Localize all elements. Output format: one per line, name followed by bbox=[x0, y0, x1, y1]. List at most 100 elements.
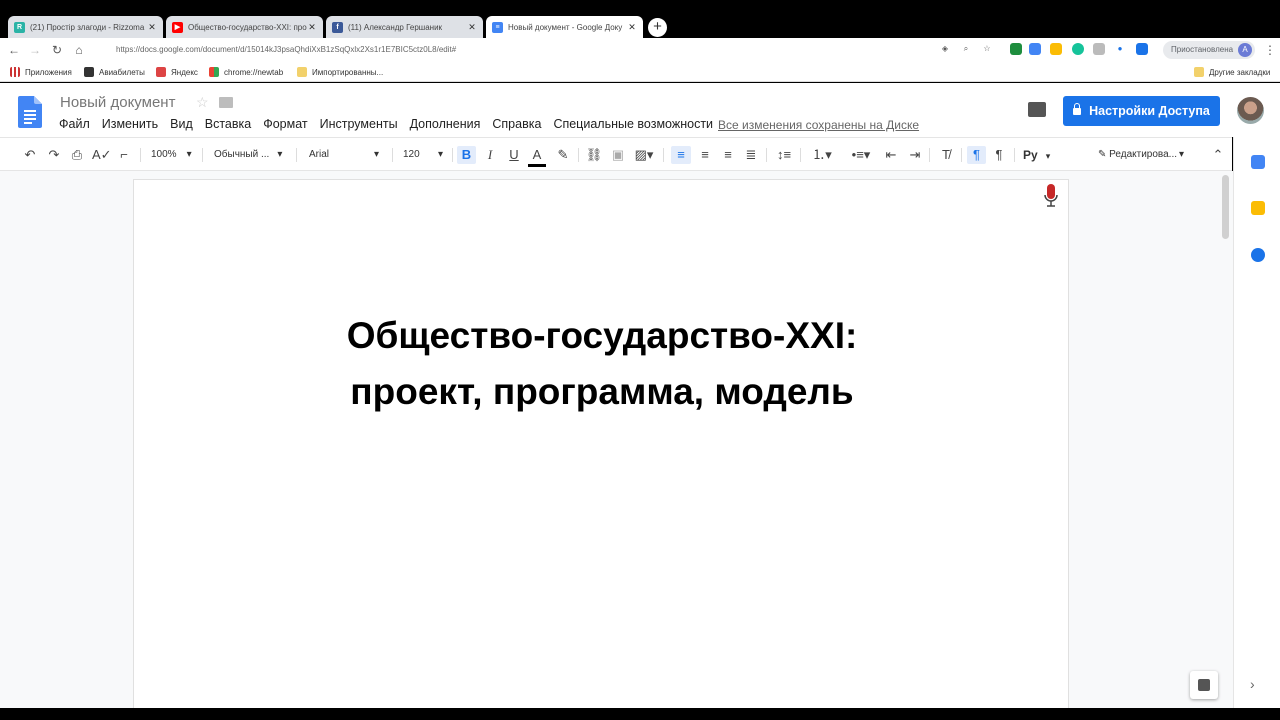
line-spacing-icon[interactable]: ↕≡ bbox=[774, 146, 794, 164]
toolbar-separator bbox=[1014, 148, 1015, 162]
bulleted-list-icon[interactable]: •≡▾ bbox=[845, 146, 877, 164]
align-right-button[interactable]: ≡ bbox=[719, 146, 737, 164]
bookmark-aviabilety[interactable]: Авиабилеты bbox=[84, 66, 145, 78]
star-icon[interactable]: ☆ bbox=[196, 94, 209, 111]
reload-button[interactable]: ↻ bbox=[49, 42, 65, 58]
undo-icon[interactable]: ↶ bbox=[21, 146, 39, 164]
browser-tab-rizzoma[interactable]: R (21) Простір злагоди - Rizzoma ✕ bbox=[8, 16, 163, 38]
save-status-link[interactable]: Все изменения сохранены на Диске bbox=[718, 118, 919, 132]
editing-mode-select[interactable]: ✎ Редактирова... ▾ bbox=[1098, 146, 1198, 164]
close-icon[interactable]: ✕ bbox=[147, 22, 157, 33]
bold-button[interactable]: B bbox=[457, 146, 476, 164]
italic-button[interactable]: I bbox=[481, 146, 499, 164]
extension-info-icon[interactable] bbox=[1136, 43, 1148, 55]
font-select[interactable]: Arial ▾ bbox=[309, 146, 384, 164]
menu-view[interactable]: Вид bbox=[170, 117, 193, 131]
menu-edit[interactable]: Изменить bbox=[102, 117, 158, 131]
ltr-paragraph-icon[interactable]: ¶ bbox=[967, 146, 986, 164]
close-icon[interactable]: ✕ bbox=[467, 22, 477, 33]
bookmark-other[interactable]: Другие закладки bbox=[1194, 66, 1270, 78]
zoom-icon[interactable]: ⌕ bbox=[960, 43, 972, 55]
move-to-folder-icon[interactable] bbox=[219, 97, 233, 108]
text-color-button[interactable]: A bbox=[528, 146, 546, 167]
share-button[interactable]: Настройки Доступа bbox=[1063, 96, 1220, 126]
keep-icon[interactable] bbox=[1251, 201, 1265, 215]
browser-tab-google-docs[interactable]: ≡ Новый документ - Google Доку ✕ bbox=[486, 16, 643, 38]
menu-help[interactable]: Справка bbox=[492, 117, 541, 131]
browser-tab-facebook[interactable]: f (11) Александр Гершаник ✕ bbox=[326, 16, 483, 38]
rtl-paragraph-icon[interactable]: ¶ bbox=[990, 146, 1008, 164]
toolbar-separator bbox=[800, 148, 801, 162]
menu-file[interactable]: Файл bbox=[59, 117, 90, 131]
extension-icon[interactable] bbox=[1093, 43, 1105, 55]
user-avatar[interactable] bbox=[1237, 97, 1264, 124]
font-size-select[interactable]: 120 ▾ bbox=[403, 146, 448, 164]
document-title-input[interactable]: Новый документ bbox=[60, 94, 175, 111]
grammarly-icon[interactable] bbox=[1072, 43, 1084, 55]
forward-button[interactable]: → bbox=[27, 42, 43, 58]
document-page[interactable]: Общество-государство-XXI: проект, програ… bbox=[133, 179, 1069, 708]
paragraph-style-select[interactable]: Обычный ... ▾ bbox=[214, 146, 290, 164]
decrease-indent-icon[interactable]: ⇤ bbox=[882, 146, 900, 164]
bookmark-yandex[interactable]: Яндекс bbox=[156, 66, 198, 78]
docs-header: Новый документ ☆ Файл Изменить Вид Встав… bbox=[0, 83, 1280, 137]
explore-button[interactable] bbox=[1190, 671, 1218, 699]
toolbar-separator bbox=[202, 148, 203, 162]
google-translate-icon[interactable] bbox=[1029, 43, 1041, 55]
document-heading: Общество-государство-XXI: проект, програ… bbox=[134, 308, 1070, 420]
comment-history-icon[interactable] bbox=[1028, 102, 1046, 117]
apps-grid-icon bbox=[10, 67, 20, 77]
home-button[interactable]: ⌂ bbox=[71, 42, 87, 58]
chrome-menu-icon[interactable]: ⋮ bbox=[1262, 42, 1278, 58]
toolbar-separator bbox=[578, 148, 579, 162]
calendar-icon[interactable] bbox=[1251, 155, 1265, 169]
back-button[interactable]: ← bbox=[6, 42, 22, 58]
voice-typing-microphone-icon[interactable] bbox=[1044, 184, 1058, 210]
print-icon[interactable]: ⎙ bbox=[68, 146, 86, 164]
paint-format-icon[interactable]: ⌐ bbox=[115, 146, 133, 164]
extension-grid-icon[interactable] bbox=[1050, 43, 1062, 55]
clear-formatting-icon[interactable]: T̸ bbox=[937, 146, 955, 164]
link-icon[interactable]: ⛓ bbox=[585, 146, 603, 164]
spellcheck-icon[interactable]: A✓ bbox=[92, 146, 112, 164]
heading-line-2: проект, программа, модель bbox=[350, 371, 854, 412]
browser-toolbar: ← → ↻ ⌂ https://docs.google.com/document… bbox=[0, 38, 1280, 62]
bookmark-star-icon[interactable]: ☆ bbox=[981, 43, 993, 55]
insert-image-icon[interactable]: ▨▾ bbox=[632, 146, 656, 164]
redo-icon[interactable]: ↷ bbox=[45, 146, 63, 164]
menu-insert[interactable]: Вставка bbox=[205, 117, 251, 131]
underline-button[interactable]: U bbox=[505, 146, 523, 164]
menu-addons[interactable]: Дополнения bbox=[410, 117, 481, 131]
tasks-icon[interactable] bbox=[1251, 248, 1265, 262]
bookmark-newtab[interactable]: chrome://newtab bbox=[209, 66, 283, 78]
menu-tools[interactable]: Инструменты bbox=[320, 117, 398, 131]
align-justify-button[interactable]: ≣ bbox=[742, 146, 760, 164]
numbered-list-icon[interactable]: ⒈▾ bbox=[806, 146, 838, 164]
new-tab-button[interactable]: + bbox=[648, 18, 667, 37]
bookmark-apps[interactable]: Приложения bbox=[10, 66, 72, 78]
highlight-pen-icon[interactable]: ✎ bbox=[554, 146, 572, 164]
hide-menus-chevron-up-icon[interactable]: ⌃ bbox=[1209, 146, 1227, 164]
translate-icon[interactable]: ◈ bbox=[939, 43, 951, 55]
increase-indent-icon[interactable]: ⇥ bbox=[906, 146, 924, 164]
browser-tab-youtube[interactable]: ▶ Общество-государство-XXI: про ✕ bbox=[166, 16, 323, 38]
add-comment-icon[interactable]: ▣ bbox=[609, 146, 627, 164]
show-side-panel-chevron-icon[interactable]: › bbox=[1250, 676, 1255, 692]
heading-line-1: Общество-государство-XXI: bbox=[346, 315, 858, 356]
align-center-button[interactable]: ≡ bbox=[696, 146, 714, 164]
menu-format[interactable]: Формат bbox=[263, 117, 307, 131]
align-left-button[interactable]: ≡ bbox=[671, 146, 691, 164]
toolbar-separator bbox=[452, 148, 453, 162]
profile-button[interactable]: Приостановлена A bbox=[1163, 41, 1256, 59]
input-tools-select[interactable]: Ру ▾ bbox=[1023, 146, 1053, 164]
close-icon[interactable]: ✕ bbox=[627, 22, 637, 33]
zoom-select[interactable]: 100% ▾ bbox=[151, 146, 196, 164]
menu-accessibility[interactable]: Специальные возможности bbox=[553, 117, 713, 131]
bookmark-imported[interactable]: Импортированны... bbox=[297, 66, 383, 78]
close-icon[interactable]: ✕ bbox=[307, 22, 317, 33]
vertical-scrollbar[interactable] bbox=[1222, 175, 1229, 239]
address-bar[interactable]: https://docs.google.com/document/d/15014… bbox=[98, 41, 998, 59]
google-docs-logo-icon[interactable] bbox=[18, 96, 42, 128]
extension-icon[interactable] bbox=[1010, 43, 1022, 55]
microphone-icon[interactable]: ● bbox=[1114, 43, 1126, 55]
